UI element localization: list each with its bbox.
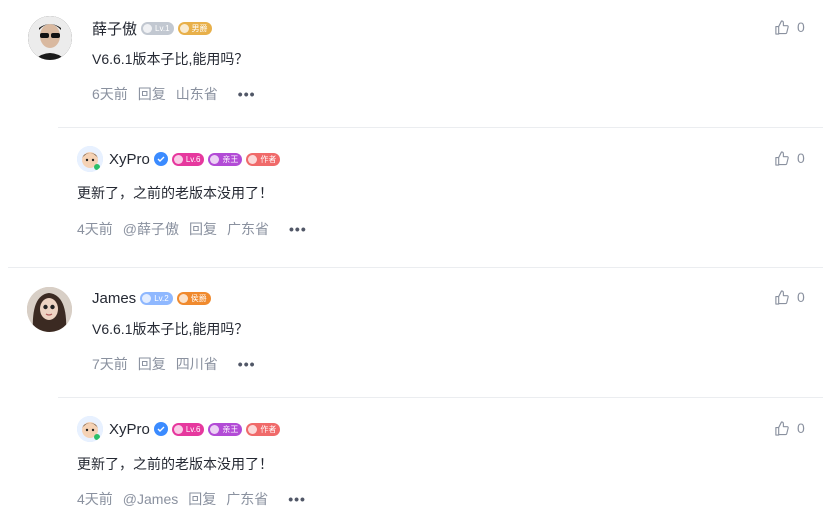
author-badge: 作者 [246, 152, 281, 166]
level-label: Lv.6 [185, 154, 201, 164]
rank-icon [178, 293, 188, 303]
rank-label: 亲王 [222, 154, 239, 164]
rank-label: 侯爵 [190, 293, 207, 303]
user-avatar-icon [28, 16, 72, 60]
username[interactable]: James [92, 290, 136, 307]
mention-link[interactable]: @James [123, 491, 178, 507]
level-icon [173, 424, 183, 434]
comment-text: 更新了，之前的老版本没用了！ [77, 185, 273, 201]
location: 广东省 [226, 491, 269, 507]
rank-label: 亲王 [222, 424, 239, 434]
timestamp: 4天前 [77, 221, 113, 237]
level-icon [143, 23, 153, 33]
author-label: 作者 [260, 154, 277, 164]
comment-meta: 4天前 @薛子傲 回复 广东省 ••• [77, 219, 317, 239]
author-icon [248, 424, 258, 434]
level-icon [142, 293, 152, 303]
comment-text: 更新了，之前的老版本没用了！ [77, 456, 273, 472]
location: 广东省 [227, 221, 270, 237]
avatar[interactable] [28, 16, 72, 60]
level-label: Lv.6 [185, 424, 201, 434]
comment-text: V6.6.1版本子比,能用吗？ [92, 321, 249, 337]
level-badge: Lv.6 [171, 152, 205, 166]
thumbs-up-icon [775, 289, 789, 305]
reply-button[interactable]: 回复 [138, 354, 166, 374]
username[interactable]: XyPro [109, 421, 150, 438]
location: 山东省 [175, 86, 218, 102]
more-icon[interactable]: ••• [289, 221, 307, 237]
comment-meta: 4天前 @James 回复 广东省 ••• [77, 489, 316, 509]
rank-label: 男爵 [191, 23, 208, 33]
location: 四川省 [175, 356, 218, 372]
level-badge: Lv.6 [171, 422, 205, 436]
comment-meta: 6天前 回复 山东省 ••• [92, 84, 266, 104]
cartoon-avatar-icon [77, 146, 103, 172]
like-button[interactable]: 0 [774, 150, 805, 166]
author-label: 作者 [260, 424, 277, 434]
verified-icon [153, 152, 168, 166]
like-button[interactable]: 0 [774, 19, 805, 35]
username[interactable]: XyPro [109, 151, 150, 168]
cartoon-avatar-icon [77, 416, 103, 442]
like-count: 0 [797, 289, 805, 305]
avatar[interactable] [77, 146, 103, 172]
rank-badge: 亲王 [208, 152, 243, 166]
timestamp: 4天前 [77, 491, 113, 507]
level-label: Lv.2 [154, 293, 169, 303]
timestamp: 7天前 [92, 356, 128, 372]
thumbs-up-icon [775, 420, 789, 436]
like-count: 0 [797, 19, 805, 35]
timestamp: 6天前 [92, 86, 128, 102]
more-icon[interactable]: ••• [288, 491, 306, 507]
author-badge: 作者 [246, 422, 281, 436]
avatar[interactable] [27, 287, 72, 332]
like-count: 0 [797, 420, 805, 436]
rank-icon [210, 154, 220, 164]
level-icon [173, 154, 183, 164]
username[interactable]: 薛子傲 [92, 18, 137, 39]
avatar[interactable] [77, 416, 103, 442]
reply-button[interactable]: 回复 [188, 489, 216, 509]
thumbs-up-icon [775, 19, 789, 35]
comment-meta: 7天前 回复 四川省 ••• [92, 354, 266, 374]
author-icon [248, 154, 258, 164]
reply-button[interactable]: 回复 [138, 84, 166, 104]
level-badge: Lv.1 [141, 21, 174, 35]
rank-badge: 侯爵 [176, 291, 211, 305]
more-icon[interactable]: ••• [238, 356, 256, 372]
comment-text: V6.6.1版本子比,能用吗？ [92, 51, 249, 67]
more-icon[interactable]: ••• [238, 86, 256, 102]
verified-icon [153, 422, 168, 436]
user-avatar-icon [27, 287, 72, 332]
thumbs-up-icon [775, 150, 789, 166]
divider [58, 397, 823, 398]
mention-link[interactable]: @薛子傲 [123, 219, 179, 239]
rank-icon [210, 424, 220, 434]
divider [58, 127, 823, 128]
rank-badge: 亲王 [208, 422, 243, 436]
rank-icon [179, 23, 189, 33]
rank-badge: 男爵 [177, 21, 212, 35]
divider [8, 267, 823, 268]
level-label: Lv.1 [155, 23, 170, 33]
reply-button[interactable]: 回复 [189, 219, 217, 239]
level-badge: Lv.2 [140, 291, 173, 305]
like-count: 0 [797, 150, 805, 166]
like-button[interactable]: 0 [774, 420, 805, 436]
like-button[interactable]: 0 [774, 289, 805, 305]
